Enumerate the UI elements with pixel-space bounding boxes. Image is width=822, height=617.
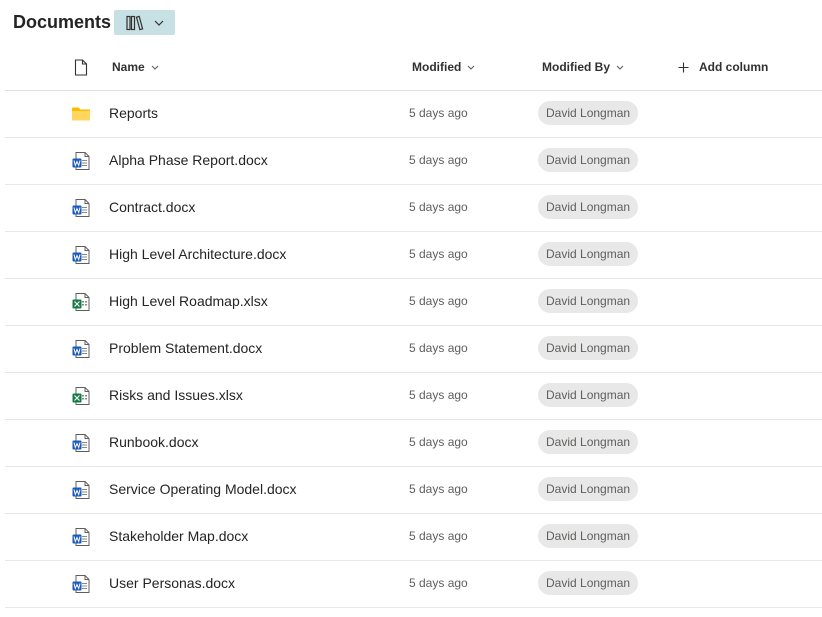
file-name-link[interactable]: Reports	[109, 105, 158, 121]
modified-by-persona[interactable]: David Longman	[538, 524, 639, 548]
file-row[interactable]: User Personas.docx 5 days ago David Longma…	[5, 561, 822, 608]
library-icon	[125, 15, 144, 31]
modified-date: 5 days ago	[409, 247, 468, 261]
modified-date: 5 days ago	[409, 341, 468, 355]
column-header-name[interactable]: Name	[112, 60, 159, 74]
modified-by-persona[interactable]: David Longman	[538, 101, 639, 125]
file-row[interactable]: Runbook.docx 5 days ago David Longman	[5, 420, 822, 467]
file-name-link[interactable]: User Personas.docx	[109, 575, 235, 591]
word-file-icon	[71, 527, 91, 547]
add-column-button[interactable]: Add column	[678, 60, 768, 74]
word-file-icon	[71, 339, 91, 359]
word-file-icon	[71, 433, 91, 453]
page-title: Documents	[13, 12, 112, 32]
column-header-modified[interactable]: Modified	[412, 60, 475, 74]
modified-by-persona[interactable]: David Longman	[538, 430, 639, 454]
word-file-icon	[71, 480, 91, 500]
modified-date: 5 days ago	[409, 294, 468, 308]
modified-by-persona[interactable]: David Longman	[538, 336, 639, 360]
chevron-down-icon	[154, 20, 164, 26]
chevron-down-icon	[616, 65, 624, 70]
word-file-icon	[71, 574, 91, 594]
file-name-link[interactable]: Runbook.docx	[109, 434, 199, 450]
column-header-modified-by[interactable]: Modified By	[542, 60, 624, 74]
file-row[interactable]: High Level Roadmap.xlsx 5 days ago David L…	[5, 279, 822, 326]
file-row[interactable]: Contract.docx 5 days ago David Longman	[5, 185, 822, 232]
file-name-link[interactable]: High Level Architecture.docx	[109, 246, 286, 262]
modified-date: 5 days ago	[409, 200, 468, 214]
modified-by-persona[interactable]: David Longman	[538, 571, 639, 595]
modified-date: 5 days ago	[409, 106, 468, 120]
chevron-down-icon	[151, 65, 159, 70]
file-row[interactable]: Service Operating Model.docx 5 days ago Da…	[5, 467, 822, 514]
modified-date: 5 days ago	[409, 529, 468, 543]
modified-date: 5 days ago	[409, 576, 468, 590]
excel-file-icon	[71, 386, 91, 406]
modified-by-persona[interactable]: David Longman	[538, 195, 639, 219]
view-switcher-button[interactable]	[114, 10, 175, 35]
modified-date: 5 days ago	[409, 388, 468, 402]
modified-by-persona[interactable]: David Longman	[538, 148, 639, 172]
file-row[interactable]: Problem Statement.docx 5 days ago David Lo…	[5, 326, 822, 373]
chevron-down-icon	[467, 65, 475, 70]
modified-by-persona[interactable]: David Longman	[538, 289, 639, 313]
modified-by-persona[interactable]: David Longman	[538, 383, 639, 407]
file-name-link[interactable]: Service Operating Model.docx	[109, 481, 297, 497]
word-file-icon	[71, 151, 91, 171]
modified-by-persona[interactable]: David Longman	[538, 242, 639, 266]
word-file-icon	[71, 245, 91, 265]
plus-icon	[678, 62, 689, 73]
file-list: Reports 5 days ago David Longman Alpha Phas…	[5, 91, 822, 608]
file-row[interactable]: Risks and Issues.xlsx 5 days ago David Lon…	[5, 373, 822, 420]
file-name-link[interactable]: Problem Statement.docx	[109, 340, 262, 356]
file-type-icon[interactable]	[74, 59, 88, 76]
file-row[interactable]: Reports 5 days ago David Longman	[5, 91, 822, 138]
file-name-link[interactable]: Alpha Phase Report.docx	[109, 152, 268, 168]
file-row[interactable]: Stakeholder Map.docx 5 days ago David Long…	[5, 514, 822, 561]
modified-by-persona[interactable]: David Longman	[538, 477, 639, 501]
modified-date: 5 days ago	[409, 482, 468, 496]
folder-icon	[71, 104, 91, 124]
file-row[interactable]: Alpha Phase Report.docx 5 days ago David L…	[5, 138, 822, 185]
file-name-link[interactable]: Stakeholder Map.docx	[109, 528, 248, 544]
modified-date: 5 days ago	[409, 153, 468, 167]
file-name-link[interactable]: Contract.docx	[109, 199, 195, 215]
excel-file-icon	[71, 292, 91, 312]
file-row[interactable]: High Level Architecture.docx 5 days ago Da…	[5, 232, 822, 279]
file-name-link[interactable]: High Level Roadmap.xlsx	[109, 293, 268, 309]
column-header-row: Name Modified Modified By Add column	[5, 46, 822, 91]
modified-date: 5 days ago	[409, 435, 468, 449]
word-file-icon	[71, 198, 91, 218]
file-name-link[interactable]: Risks and Issues.xlsx	[109, 387, 243, 403]
